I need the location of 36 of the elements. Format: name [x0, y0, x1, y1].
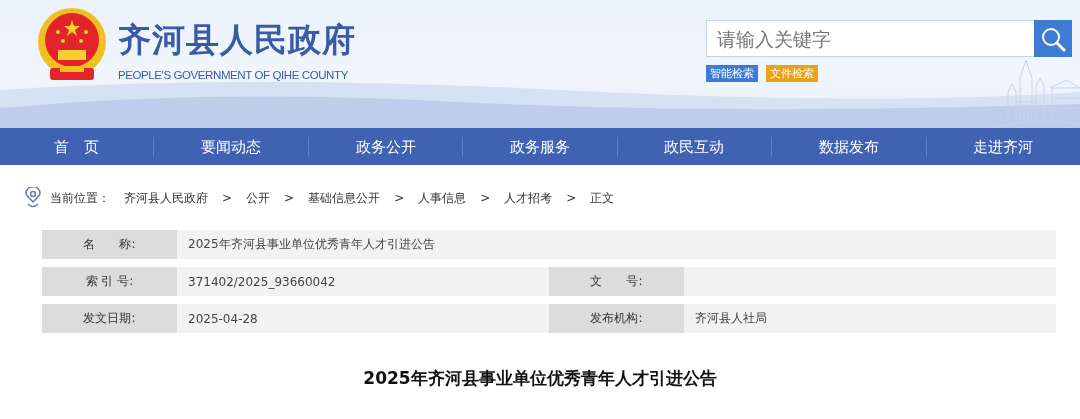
site-subtitle: PEOPLE'S GOVERNMENT OF QIHE COUNTY [118, 68, 349, 81]
site-title: 齐河县人民政府 [118, 18, 356, 61]
breadcrumb-label: 当前位置： [50, 189, 110, 207]
breadcrumb-link[interactable]: 人事信息 [418, 189, 467, 207]
field-value: 齐河县人社局 [694, 310, 768, 327]
breadcrumb-separator: > [566, 191, 577, 205]
breadcrumb-link[interactable]: 基础信息公开 [308, 189, 381, 207]
field-value: 2025-04-28 [187, 310, 259, 328]
nav-item[interactable]: 要闻动态 [153, 136, 308, 157]
breadcrumb-link[interactable]: 齐河县人民政府 [124, 189, 208, 207]
breadcrumb-separator: > [222, 191, 233, 205]
field-label: 名 称: [42, 230, 177, 259]
breadcrumb-link[interactable]: 公开 [246, 189, 271, 207]
field-label: 发文日期: [42, 304, 177, 333]
field-label: 文 号: [549, 267, 684, 296]
nav-item[interactable]: 政民互动 [616, 136, 772, 157]
search-button[interactable] [1034, 20, 1072, 57]
search-icon [1040, 25, 1066, 52]
field-value: 371402/2025_93660042 [187, 273, 337, 291]
field-label: 索 引 号: [42, 267, 177, 296]
nav-item[interactable]: 走进齐河 [925, 136, 1080, 157]
article-title: 2025年齐河县事业单位优秀青年人才引进公告 [362, 367, 718, 390]
breadcrumb-separator: > [394, 191, 405, 205]
field-value: 2025年齐河县事业单位优秀青年人才引进公告 [187, 236, 436, 253]
nav-item[interactable]: 政务服务 [462, 136, 617, 157]
breadcrumb-separator: > [480, 191, 491, 205]
breadcrumb-link[interactable]: 正文 [590, 189, 615, 207]
location-pin-icon [24, 187, 42, 209]
search-field[interactable]: 请输入关键字 [706, 20, 1034, 57]
nav-item[interactable]: 首 页 [0, 136, 154, 157]
search-tag[interactable]: 智能检索 [706, 65, 758, 82]
nav-item[interactable]: 数据发布 [771, 136, 926, 157]
breadcrumb-link[interactable]: 人才招考 [504, 189, 553, 207]
nav-item[interactable]: 政务公开 [307, 136, 463, 157]
breadcrumb-separator: > [284, 191, 295, 205]
field-label: 发布机构: [549, 304, 684, 333]
